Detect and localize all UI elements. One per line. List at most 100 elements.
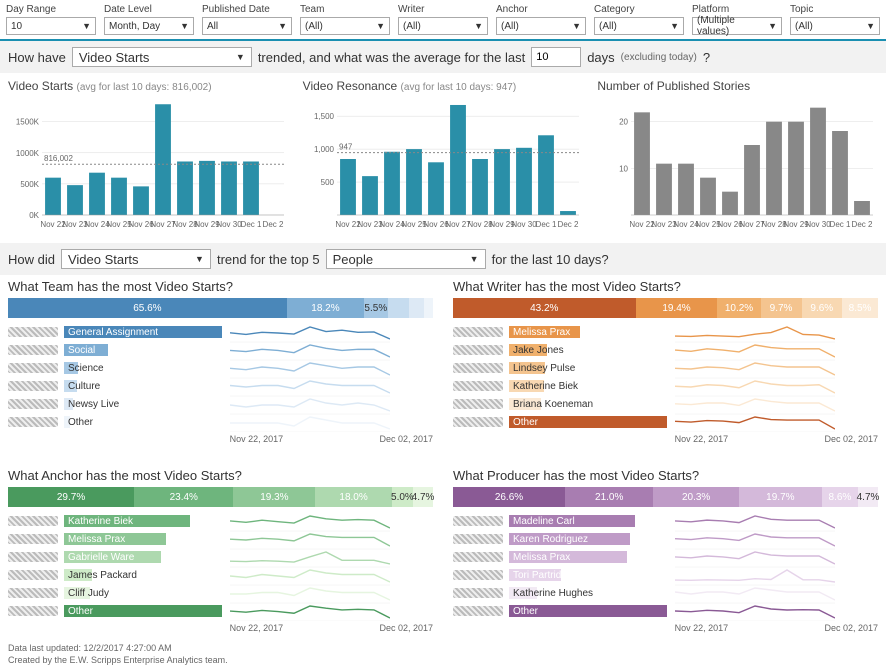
stack-segment[interactable]: 43.2% bbox=[453, 298, 636, 318]
stack-segment[interactable] bbox=[388, 298, 409, 318]
chart-video-resonance-svg[interactable]: 5001,0001,500947Nov 22Nov 23Nov 24Nov 25… bbox=[303, 97, 583, 237]
producer-sparklines[interactable] bbox=[675, 513, 835, 621]
stack-segment[interactable]: 23.4% bbox=[134, 487, 233, 507]
obfuscated-value bbox=[8, 345, 58, 355]
filter-topic-select[interactable]: (All)▼ bbox=[790, 17, 880, 35]
rank-row[interactable]: Gabrielle Ware bbox=[8, 549, 222, 565]
panel-anchor-title: What Anchor has the most Video Starts? bbox=[8, 468, 433, 483]
panel-producer-title: What Producer has the most Video Starts? bbox=[453, 468, 878, 483]
obfuscated-value bbox=[453, 516, 503, 526]
rank-row[interactable]: Madeline Carl bbox=[453, 513, 667, 529]
rank-row[interactable]: Melissa Prax bbox=[453, 324, 667, 340]
rank-row[interactable]: Katherine Biek bbox=[453, 378, 667, 394]
stack-segment[interactable]: 9.7% bbox=[761, 298, 802, 318]
rank-row[interactable]: Other bbox=[8, 603, 222, 619]
filter-team-select[interactable]: (All)▼ bbox=[300, 17, 390, 35]
rank-row[interactable]: Culture bbox=[8, 378, 222, 394]
stack-segment[interactable]: 8.6% bbox=[822, 487, 858, 507]
stack-segment[interactable]: 65.6% bbox=[8, 298, 287, 318]
team-stackbar[interactable]: 65.6%18.2%5.5% bbox=[8, 298, 433, 318]
writer-sparklines[interactable] bbox=[675, 324, 835, 432]
panel-writer-title: What Writer has the most Video Starts? bbox=[453, 279, 878, 294]
filter-date-level-select[interactable]: Month, Day▼ bbox=[104, 17, 194, 35]
stack-segment[interactable]: 9.6% bbox=[802, 298, 843, 318]
stack-segment[interactable]: 19.7% bbox=[739, 487, 822, 507]
rank-row[interactable]: Jake Jones bbox=[453, 342, 667, 358]
rank-row[interactable]: Melissa Prax bbox=[8, 531, 222, 547]
stack-segment[interactable]: 19.3% bbox=[233, 487, 315, 507]
rank-row[interactable]: Other bbox=[453, 603, 667, 619]
anchor-rank: Katherine Biek Melissa Prax Gabrielle Ware… bbox=[8, 513, 222, 633]
obfuscated-value bbox=[453, 363, 503, 373]
stack-segment[interactable] bbox=[409, 298, 424, 318]
filter-published-date-select[interactable]: All▼ bbox=[202, 17, 292, 35]
stack-segment[interactable]: 21.0% bbox=[565, 487, 653, 507]
stack-segment[interactable]: 5.5% bbox=[364, 298, 387, 318]
obfuscated-value bbox=[453, 399, 503, 409]
rank-row[interactable]: Science bbox=[8, 360, 222, 376]
rank-row[interactable]: Briana Koeneman bbox=[453, 396, 667, 412]
stack-segment[interactable]: 19.4% bbox=[636, 298, 718, 318]
rank-row[interactable]: Katherine Biek bbox=[8, 513, 222, 529]
rank-row[interactable]: Melissa Prax bbox=[453, 549, 667, 565]
group-select[interactable]: People▼ bbox=[326, 249, 486, 269]
filter-day-range-select[interactable]: 10▼ bbox=[6, 17, 96, 35]
svg-text:20: 20 bbox=[619, 118, 628, 127]
rank-row[interactable]: Karen Rodriguez bbox=[453, 531, 667, 547]
stack-segment[interactable]: 18.0% bbox=[315, 487, 391, 507]
anchor-sparklines[interactable] bbox=[230, 513, 390, 621]
stack-segment[interactable]: 10.2% bbox=[717, 298, 760, 318]
obfuscated-value bbox=[453, 606, 503, 616]
rank-row[interactable]: Other bbox=[8, 414, 222, 430]
rank-row[interactable]: Lindsey Pulse bbox=[453, 360, 667, 376]
obfuscated-value bbox=[8, 381, 58, 391]
anchor-stackbar[interactable]: 29.7%23.4%19.3%18.0%5.0%4.7% bbox=[8, 487, 433, 507]
rank-label: Other bbox=[509, 417, 538, 428]
filter-team: Team(All)▼ bbox=[300, 4, 390, 35]
rank-row[interactable]: Other bbox=[453, 414, 667, 430]
svg-text:947: 947 bbox=[339, 143, 353, 152]
stack-segment[interactable]: 18.2% bbox=[287, 298, 364, 318]
rank-row[interactable]: Tori Partridge bbox=[453, 567, 667, 583]
stack-segment[interactable]: 29.7% bbox=[8, 487, 134, 507]
chevron-down-icon: ▼ bbox=[376, 21, 385, 31]
chart-stories-svg[interactable]: 1020Nov 22Nov 23Nov 24Nov 25Nov 26Nov 27… bbox=[597, 97, 877, 237]
panels: What Team has the most Video Starts? 65.… bbox=[0, 275, 886, 639]
filter-platform-select[interactable]: (Multiple values)▼ bbox=[692, 17, 782, 35]
metric-select-2[interactable]: Video Starts▼ bbox=[61, 249, 211, 269]
stack-segment[interactable]: 4.7% bbox=[858, 487, 878, 507]
filter-category-select[interactable]: (All)▼ bbox=[594, 17, 684, 35]
rank-row[interactable]: Katherine Hughes bbox=[453, 585, 667, 601]
rank-label: James Packard bbox=[64, 570, 137, 581]
svg-text:Dec 1: Dec 1 bbox=[241, 220, 262, 229]
stack-segment[interactable]: 5.0% bbox=[392, 487, 413, 507]
stack-segment[interactable]: 20.3% bbox=[653, 487, 738, 507]
rank-label: Tori Partridge bbox=[509, 570, 572, 581]
rank-row[interactable]: General Assignment bbox=[8, 324, 222, 340]
rank-row[interactable]: Newsy Live bbox=[8, 396, 222, 412]
stack-segment[interactable] bbox=[424, 298, 433, 318]
rank-label: Cliff Judy bbox=[64, 588, 109, 599]
stack-segment[interactable]: 4.7% bbox=[413, 487, 433, 507]
obfuscated-value bbox=[8, 606, 58, 616]
producer-stackbar[interactable]: 26.6%21.0%20.3%19.7%8.6%4.7% bbox=[453, 487, 878, 507]
writer-stackbar[interactable]: 43.2%19.4%10.2%9.7%9.6%8.5% bbox=[453, 298, 878, 318]
chart-video-starts-svg[interactable]: 0K500K1000K1500K816,002Nov 22Nov 23Nov 2… bbox=[8, 97, 288, 237]
stack-segment[interactable]: 8.5% bbox=[842, 298, 878, 318]
obfuscated-value bbox=[453, 534, 503, 544]
days-input[interactable] bbox=[531, 47, 581, 67]
obfuscated-value bbox=[8, 570, 58, 580]
filter-anchor-select[interactable]: (All)▼ bbox=[496, 17, 586, 35]
stack-segment[interactable]: 26.6% bbox=[453, 487, 565, 507]
rank-row[interactable]: James Packard bbox=[8, 567, 222, 583]
filter-writer-select[interactable]: (All)▼ bbox=[398, 17, 488, 35]
rank-label: Katherine Biek bbox=[64, 516, 133, 527]
metric-select[interactable]: Video Starts▼ bbox=[72, 47, 252, 67]
rank-row[interactable]: Cliff Judy bbox=[8, 585, 222, 601]
team-sparklines[interactable] bbox=[230, 324, 390, 432]
obfuscated-value bbox=[8, 363, 58, 373]
rank-label: Science bbox=[64, 363, 104, 374]
chevron-down-icon: ▼ bbox=[768, 21, 777, 31]
rank-row[interactable]: Social bbox=[8, 342, 222, 358]
svg-text:Nov 30: Nov 30 bbox=[216, 220, 242, 229]
